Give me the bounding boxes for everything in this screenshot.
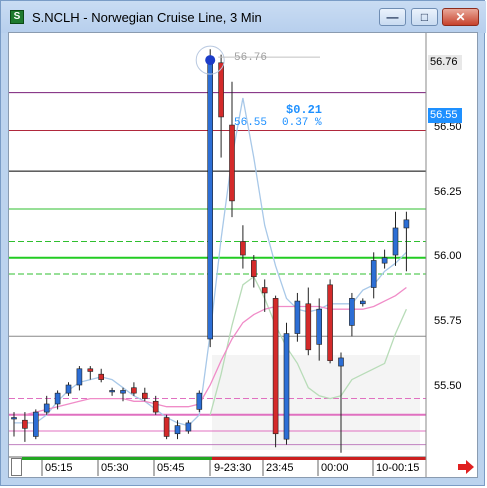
time-axis-label: 00:00 xyxy=(321,462,349,474)
candle-body xyxy=(152,400,159,413)
chart-app-icon: S xyxy=(10,10,24,24)
candle-body xyxy=(32,411,39,437)
scroll-right-arrow-icon[interactable] xyxy=(456,458,476,476)
candle-body xyxy=(261,287,268,294)
candle-body xyxy=(316,308,323,345)
candle-body xyxy=(327,284,333,361)
price-axis-label: 56.00 xyxy=(434,250,462,262)
time-axis-label: 05:45 xyxy=(157,462,185,474)
candle-body xyxy=(142,392,148,399)
candle-body xyxy=(185,422,192,432)
candle-body xyxy=(131,387,137,394)
maximize-button[interactable]: □ xyxy=(411,8,438,26)
candle-body xyxy=(22,419,28,429)
candle-body xyxy=(196,392,203,410)
candle-body xyxy=(240,241,246,256)
window-title: S.NCLH - Norwegian Cruise Line, 3 Min xyxy=(32,10,262,25)
minimize-button[interactable]: — xyxy=(379,8,406,26)
session-bar-red xyxy=(212,457,426,460)
high-marker-icon xyxy=(205,55,216,66)
change-price-label: 56.55 xyxy=(234,117,267,129)
candle-body xyxy=(54,392,61,405)
candle-body xyxy=(338,357,344,367)
scroll-thumb[interactable] xyxy=(11,458,22,476)
candle-body xyxy=(163,417,170,437)
title-bar[interactable]: S S.NCLH - Norwegian Cruise Line, 3 Min … xyxy=(1,1,486,33)
candle-body xyxy=(283,333,290,440)
current-price-tag: 56.55 xyxy=(428,108,462,123)
candle-body xyxy=(359,300,366,305)
candle-body xyxy=(43,403,50,413)
candle-body xyxy=(98,373,104,380)
high-price-label: 56.76 xyxy=(234,52,267,64)
time-axis-label: 05:15 xyxy=(45,462,73,474)
candle-body xyxy=(229,124,235,202)
candle-body xyxy=(272,298,279,435)
maximize-icon: □ xyxy=(420,10,429,24)
price-chart[interactable]: 56.76 $0.21 56.55 0.37 % xyxy=(9,33,477,477)
price-axis-label: 56.25 xyxy=(434,186,462,198)
session-bar-green xyxy=(22,457,212,460)
candle-body xyxy=(120,390,126,394)
candle-body xyxy=(251,260,257,278)
price-axis-label: 55.75 xyxy=(434,315,462,327)
candle-body xyxy=(381,257,388,264)
change-percent-label: 0.37 % xyxy=(282,117,322,129)
candle-body xyxy=(349,298,355,326)
last-price-tag: 56.76 xyxy=(428,55,462,70)
candle-body xyxy=(87,368,94,372)
time-axis-label: 9-23:30 xyxy=(214,462,252,474)
close-icon: ✕ xyxy=(455,10,466,24)
candle-body xyxy=(370,260,377,288)
candle-body xyxy=(76,368,83,386)
candle-body xyxy=(305,303,312,351)
session-shading xyxy=(212,355,420,450)
minimize-icon: — xyxy=(386,10,399,24)
time-axis-label: 23:45 xyxy=(266,462,294,474)
time-axis-label: 05:30 xyxy=(101,462,129,474)
candle-body xyxy=(392,227,399,256)
candle-body xyxy=(403,219,410,229)
candle-body xyxy=(11,417,17,420)
candle-body xyxy=(207,59,213,340)
candle-body xyxy=(294,300,301,334)
candle-body xyxy=(65,384,72,394)
price-axis-label: 55.50 xyxy=(434,380,462,392)
time-axis-label: 10-00:15 xyxy=(376,462,420,474)
candle-body xyxy=(109,390,115,393)
change-amount-label: $0.21 xyxy=(286,103,322,117)
close-button[interactable]: ✕ xyxy=(442,8,479,26)
candle-body xyxy=(174,425,181,435)
